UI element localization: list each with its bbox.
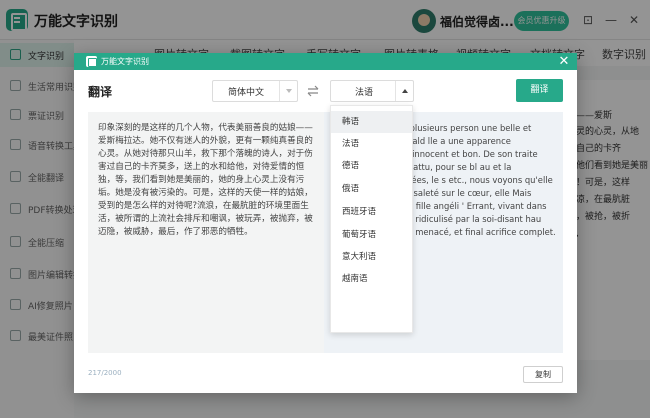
dialog-logo-icon (86, 56, 97, 67)
target-language-select[interactable]: 法语 (330, 80, 414, 102)
lang-option-korean[interactable]: 韩语 (331, 111, 412, 133)
translate-dialog: 万能文字识别 ✕ 翻译 简体中文 法语 翻译 印象深刻的是这样的几个人物，代表美… (74, 53, 577, 393)
lang-option-vietnamese[interactable]: 越南语 (331, 268, 412, 290)
close-icon[interactable]: ✕ (557, 53, 571, 70)
swap-icon[interactable] (306, 84, 320, 98)
language-dropdown: 韩语 法语 德语 俄语 西班牙语 葡萄牙语 意大利语 越南语 (330, 105, 413, 333)
source-text: 印象深刻的是这样的几个人物，代表美丽善良的姑娘——爱斯梅拉达。她不仅有迷人的外貌… (98, 123, 313, 237)
translate-button[interactable]: 翻译 (516, 79, 563, 102)
source-language-value: 简体中文 (227, 88, 264, 98)
char-count: 217/2000 (88, 369, 122, 377)
lang-option-italian[interactable]: 意大利语 (331, 246, 412, 268)
chevron-down-icon[interactable] (279, 81, 297, 101)
source-language-select[interactable]: 简体中文 (212, 80, 298, 102)
lang-option-russian[interactable]: 俄语 (331, 178, 412, 200)
lang-option-german[interactable]: 德语 (331, 155, 412, 177)
lang-option-spanish[interactable]: 西班牙语 (331, 201, 412, 223)
dialog-title: 万能文字识别 (101, 57, 149, 66)
page-title: 翻译 (88, 85, 113, 99)
lang-option-french[interactable]: 法语 (331, 133, 412, 155)
chevron-up-icon[interactable] (395, 81, 413, 101)
target-language-value: 法语 (354, 88, 373, 98)
copy-button[interactable]: 复制 (523, 366, 563, 383)
lang-option-portuguese[interactable]: 葡萄牙语 (331, 224, 412, 246)
dialog-titlebar: 万能文字识别 ✕ (74, 53, 577, 70)
source-text-area[interactable]: 印象深刻的是这样的几个人物，代表美丽善良的姑娘——爱斯梅拉达。她不仅有迷人的外貌… (88, 112, 324, 353)
